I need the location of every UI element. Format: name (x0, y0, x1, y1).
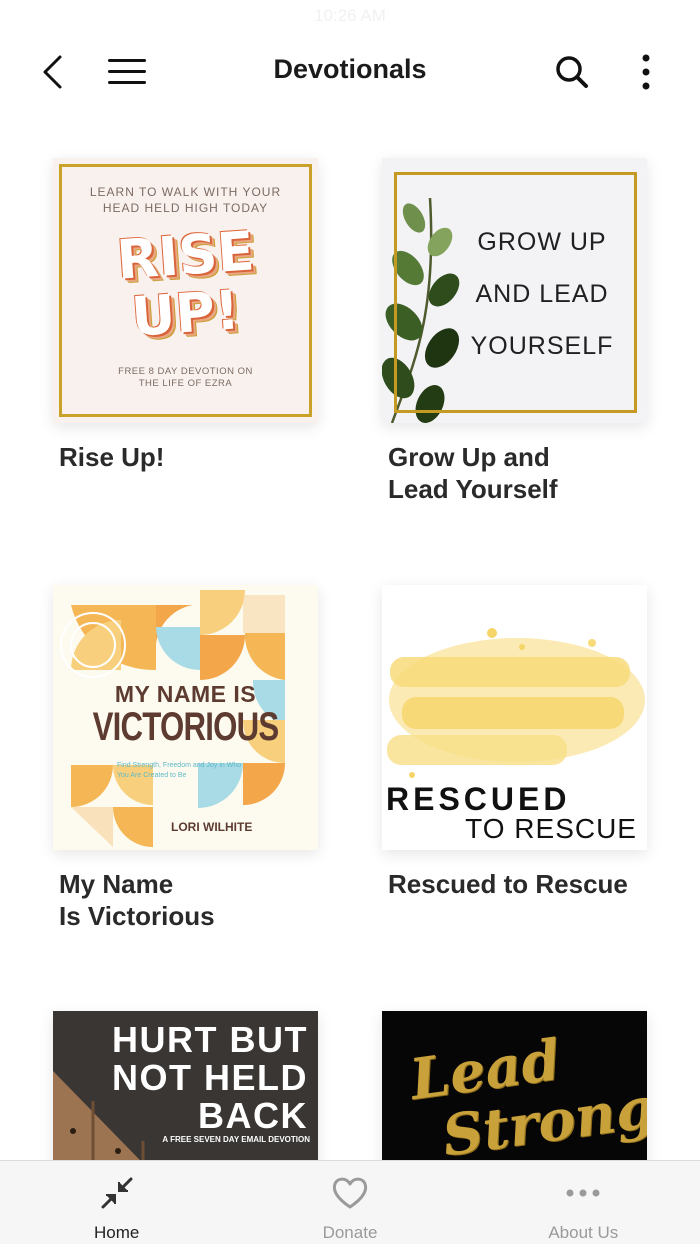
cover-title-line-2: NOT HELD (112, 1057, 308, 1098)
devotionals-grid[interactable]: LEARN TO WALK WITH YOUR HEAD HELD HIGH T… (0, 0, 700, 1160)
tab-home[interactable]: Home (0, 1161, 233, 1244)
devotional-caption: Rescued to Rescue (388, 869, 628, 899)
cover-subtitle: A FREE SEVEN DAY EMAIL DEVOTION (162, 1135, 310, 1144)
cover-title-line-1: MY NAME IS (114, 681, 257, 707)
cover-image[interactable]: HURT BUT NOT HELD BACK A FREE SEVEN DAY … (53, 1011, 318, 1160)
devotional-caption: Grow Up and Lead Yourself (388, 442, 558, 504)
top-navigation-bar: Devotionals (0, 0, 700, 140)
devotional-card-rise-up[interactable]: LEARN TO WALK WITH YOUR HEAD HELD HIGH T… (53, 158, 318, 473)
search-button[interactable] (550, 50, 594, 94)
cover-tagline: Find Strength, Freedom and Joy in Who Yo… (117, 762, 242, 779)
cover-image[interactable]: LEARN TO WALK WITH YOUR HEAD HELD HIGH T… (53, 158, 318, 423)
tab-home-label: Home (93, 1223, 140, 1242)
heart-icon (332, 1177, 368, 1209)
horizontal-ellipsis-icon (566, 1189, 600, 1197)
cover-bottom-text: FREE 8 DAY DEVOTION ON THE LIFE OF EZRA (118, 366, 253, 389)
page-title: Devotionals (273, 54, 427, 84)
more-options-button[interactable] (628, 50, 664, 94)
tab-about-us-label: About Us (548, 1223, 619, 1242)
devotional-card-my-name-is-victorious[interactable]: MY NAME IS VICTORIOUS Find Strength, Fre… (53, 585, 318, 932)
cover-image[interactable]: GROW UP AND LEAD YOURSELF (382, 158, 647, 423)
tab-donate-label: Donate (322, 1223, 378, 1242)
devotional-caption: My Name Is Victorious (59, 869, 215, 931)
tab-donate[interactable]: Donate (233, 1161, 466, 1244)
cover-top-text: LEARN TO WALK WITH YOUR HEAD HELD HIGH T… (89, 185, 282, 215)
compress-arrows-icon (101, 1177, 133, 1209)
cover-title-line-2: VICTORIOUS (92, 705, 280, 749)
cover-title-line-1: HURT BUT (112, 1019, 308, 1060)
vertical-ellipsis-icon (642, 54, 650, 90)
cover-title: GROW UP AND LEAD YOURSELF (470, 228, 614, 360)
cover-image[interactable]: Lead Strong (382, 1011, 647, 1160)
tab-about-us[interactable]: About Us (467, 1161, 700, 1244)
bottom-tab-bar: Home Donate About Us (0, 1160, 700, 1244)
devotional-card-rescued-to-rescue[interactable]: RESCUED TO RESCUE Rescued to Rescue (382, 585, 647, 900)
devotional-card-hurt-but-not-held-back[interactable]: HURT BUT NOT HELD BACK A FREE SEVEN DAY … (53, 1011, 318, 1160)
cover-image[interactable]: RESCUED TO RESCUE (382, 585, 647, 850)
devotional-caption: Rise Up! (59, 442, 165, 472)
cover-author: LORI WILHITE (171, 820, 253, 834)
cover-image[interactable]: MY NAME IS VICTORIOUS Find Strength, Fre… (53, 585, 318, 850)
search-icon (556, 56, 588, 88)
devotional-card-lead-strong[interactable]: Lead Strong (382, 1011, 647, 1160)
cover-title-line-3: BACK (198, 1095, 308, 1136)
devotional-card-grow-up[interactable]: GROW UP AND LEAD YOURSELF Grow Up and Le… (382, 158, 647, 505)
cover-title-line-2: TO RESCUE (465, 813, 637, 844)
